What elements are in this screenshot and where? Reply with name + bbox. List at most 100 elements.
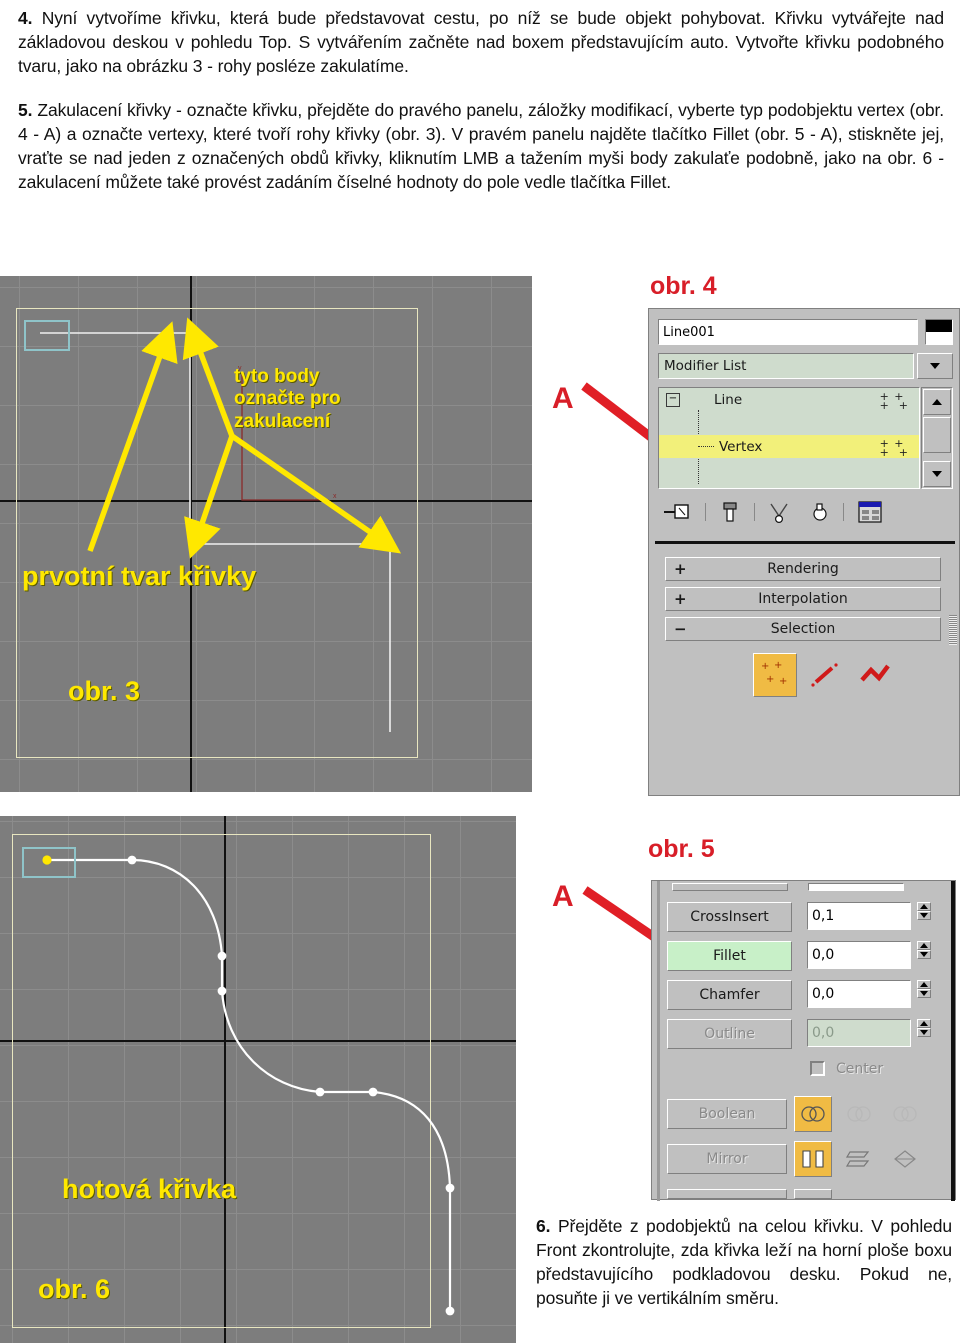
center-checkbox[interactable] xyxy=(810,1061,825,1076)
vertex-subobject-button[interactable]: + + + + xyxy=(753,653,797,697)
crossinsert-button[interactable]: CrossInsert xyxy=(667,902,792,932)
modifier-stack-list[interactable]: − Line + ++ + Vertex + ++ + Segment Spli… xyxy=(658,387,920,489)
chevron-up-icon xyxy=(920,982,928,987)
rollout-interpolation-state: + xyxy=(674,590,687,608)
stack-item-line-label: Line xyxy=(714,391,743,408)
crossinsert-value-field[interactable]: 0,1 xyxy=(807,902,911,930)
modifier-list-dropdown-button[interactable] xyxy=(917,353,953,379)
fillet-button[interactable]: Fillet xyxy=(667,941,792,971)
subtraction-icon xyxy=(847,1106,871,1122)
stack-item-vertex[interactable]: Vertex + + + + xyxy=(659,435,919,458)
geometry-panel-obr5[interactable]: CrossInsert 0,1 Fillet 0,0 Chamfer 0,0 O… xyxy=(651,880,956,1201)
vertex-dots-icon-2: + + + + xyxy=(879,437,909,459)
toolbar-separator-3 xyxy=(843,503,844,521)
pin-stack-icon[interactable] xyxy=(663,500,693,524)
rollout-interpolation[interactable]: + Interpolation xyxy=(665,587,941,611)
chamfer-spinner[interactable] xyxy=(917,980,931,998)
chamfer-button[interactable]: Chamfer xyxy=(667,980,792,1010)
modifier-stack-scrollbar[interactable] xyxy=(921,387,953,489)
scrollbar-thumb[interactable] xyxy=(923,417,951,453)
chevron-up-icon xyxy=(932,399,942,405)
segment-line-icon xyxy=(811,663,838,687)
mirror-vertical-button[interactable] xyxy=(840,1141,878,1177)
fillet-value-field[interactable]: 0,0 xyxy=(807,941,911,969)
stack-item-vertex-label: Vertex xyxy=(719,438,763,455)
intersection-icon xyxy=(893,1106,917,1122)
center-checkbox-label: Center xyxy=(836,1061,884,1077)
modifier-stack-toolbar[interactable] xyxy=(663,497,953,527)
mirror-both-button[interactable] xyxy=(886,1141,924,1177)
toolbar-separator-2 xyxy=(754,503,755,521)
partial-button-top-left[interactable] xyxy=(672,883,788,891)
boolean-button[interactable]: Boolean xyxy=(667,1099,787,1129)
panel-scroll-grip[interactable] xyxy=(949,615,957,645)
chevron-up-icon xyxy=(920,943,928,948)
svg-text:+: + xyxy=(766,674,774,685)
spinner-down-button[interactable] xyxy=(917,1028,931,1037)
figure-label-obr5: obr. 5 xyxy=(648,835,715,863)
object-color-swatch[interactable] xyxy=(925,319,953,345)
collapse-icon[interactable]: − xyxy=(666,393,680,407)
outline-button[interactable]: Outline xyxy=(667,1019,792,1049)
stack-item-segment[interactable]: Segment xyxy=(659,484,919,489)
object-name-field[interactable]: Line001 xyxy=(658,319,918,345)
mirror-button[interactable]: Mirror xyxy=(667,1144,787,1174)
subtraction-icon-button[interactable] xyxy=(840,1096,878,1132)
spinner-up-button[interactable] xyxy=(917,902,931,911)
mirror-horizontal-icon xyxy=(802,1150,824,1168)
spinner-down-button[interactable] xyxy=(917,950,931,959)
spinner-up-button[interactable] xyxy=(917,1019,931,1028)
chevron-down-icon xyxy=(932,471,942,477)
toolbar-separator xyxy=(705,503,706,521)
fillet-spinner[interactable] xyxy=(917,941,931,959)
vertex-points-icon: + + + + xyxy=(761,660,787,687)
rollout-selection-state: − xyxy=(674,620,687,638)
make-unique-icon[interactable] xyxy=(767,500,795,524)
rollout-rendering-label: Rendering xyxy=(767,561,839,577)
mirror-horizontal-button[interactable] xyxy=(794,1141,832,1177)
chevron-down-icon xyxy=(930,363,940,369)
configure-modifier-sets-icon[interactable] xyxy=(856,499,886,525)
partial-field-top-right[interactable] xyxy=(808,883,904,891)
chevron-up-icon xyxy=(920,1021,928,1026)
selection-rectangle-2 xyxy=(22,847,76,878)
remove-modifier-icon[interactable] xyxy=(807,500,831,524)
partial-button-bottom[interactable] xyxy=(667,1189,787,1199)
chevron-down-icon xyxy=(920,1030,928,1035)
modifier-list-combo[interactable]: Modifier List xyxy=(658,353,914,379)
mirror-both-icon xyxy=(894,1150,916,1168)
outline-value-field[interactable]: 0,0 xyxy=(807,1019,911,1047)
partial-icon-bottom[interactable] xyxy=(794,1189,832,1199)
outline-spinner[interactable] xyxy=(917,1019,931,1037)
scroll-up-button[interactable] xyxy=(923,389,951,415)
chevron-down-icon xyxy=(920,991,928,996)
spinner-down-button[interactable] xyxy=(917,911,931,920)
intersection-icon-button[interactable] xyxy=(886,1096,924,1132)
stack-item-segment-label: Segment xyxy=(719,488,780,489)
vertex-dots-icon: + + + + xyxy=(879,390,909,412)
chevron-down-icon xyxy=(920,913,928,918)
page-root: 4. Nyní vytvoříme křivku, která bude pře… xyxy=(0,0,960,1343)
rollout-selection[interactable]: − Selection xyxy=(665,617,941,641)
union-icon xyxy=(801,1106,825,1122)
modifier-panel-obr4[interactable]: Line001 Modifier List − Line + + + + Vert… xyxy=(648,308,960,796)
viewport-bottom-obr6[interactable]: hotová křivka obr. 6 xyxy=(0,816,516,1343)
rollout-selection-label: Selection xyxy=(770,621,836,637)
viewport2-figure-label-obr6: obr. 6 xyxy=(38,1274,111,1304)
spinner-down-button[interactable] xyxy=(917,989,931,998)
rollout-rendering-state: + xyxy=(674,560,687,578)
show-end-result-icon[interactable] xyxy=(718,500,742,524)
spinner-up-button[interactable] xyxy=(917,941,931,950)
crossinsert-spinner[interactable] xyxy=(917,902,931,920)
svg-text:+: + xyxy=(774,660,782,671)
panel-right-edge xyxy=(951,881,955,1201)
segment-subobject-button[interactable] xyxy=(803,653,847,697)
chevron-down-icon xyxy=(920,952,928,957)
scroll-down-button[interactable] xyxy=(923,461,951,487)
spline-subobject-button[interactable] xyxy=(853,653,897,697)
rollout-rendering[interactable]: + Rendering xyxy=(665,557,941,581)
union-icon-button[interactable] xyxy=(794,1096,832,1132)
spinner-up-button[interactable] xyxy=(917,980,931,989)
chamfer-value-field[interactable]: 0,0 xyxy=(807,980,911,1008)
stack-item-line[interactable]: − Line + + + + xyxy=(659,388,919,411)
